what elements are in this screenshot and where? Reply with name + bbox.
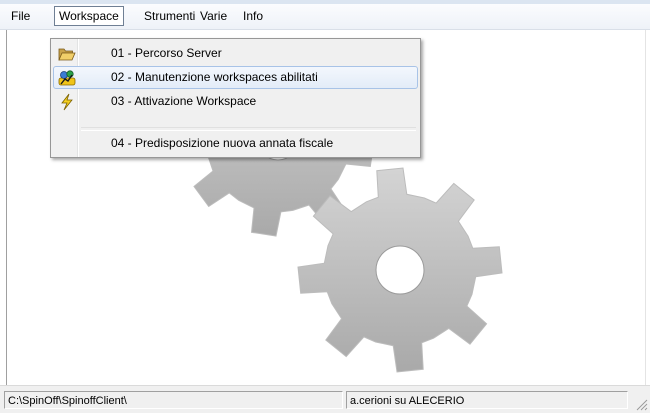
menu-item-label: 01 - Percorso Server xyxy=(111,46,222,60)
menu-item-predisposizione-annata[interactable]: 04 - Predisposizione nuova annata fiscal… xyxy=(53,132,418,155)
open-folder-icon xyxy=(58,48,76,61)
menu-strumenti[interactable]: Strumenti xyxy=(140,6,199,26)
menu-separator xyxy=(81,127,416,131)
menu-item-manutenzione-workspaces[interactable]: 02 - Manutenzione workspaces abilitati xyxy=(53,66,418,89)
status-bar: C:\SpinOff\SpinoffClient\ a.cerioni su A… xyxy=(0,385,650,413)
lightning-icon xyxy=(61,93,73,111)
menu-item-label: 02 - Manutenzione workspaces abilitati xyxy=(111,70,318,84)
menu-item-percorso-server[interactable]: 01 - Percorso Server xyxy=(53,42,418,65)
status-user: a.cerioni su ALECERIO xyxy=(346,391,628,409)
menu-workspace[interactable]: Workspace xyxy=(54,6,124,26)
menu-file[interactable]: File xyxy=(7,6,34,26)
menu-info[interactable]: Info xyxy=(239,6,267,26)
status-path: C:\SpinOff\SpinoffClient\ xyxy=(4,391,343,409)
users-icon xyxy=(58,70,76,86)
gear-hole xyxy=(375,245,425,295)
resize-grip-icon[interactable] xyxy=(634,397,648,411)
menu-item-attivazione-workspace[interactable]: 03 - Attivazione Workspace xyxy=(53,90,418,113)
workspace-dropdown-menu: 01 - Percorso Server 02 - Manutenzione w… xyxy=(50,38,421,158)
menu-bar: File Workspace Strumenti Varie Info xyxy=(0,4,650,30)
large-gear-graphic xyxy=(297,167,503,373)
menu-varie[interactable]: Varie xyxy=(196,6,231,26)
menu-item-label: 03 - Attivazione Workspace xyxy=(111,94,257,108)
menu-item-label: 04 - Predisposizione nuova annata fiscal… xyxy=(111,136,334,150)
